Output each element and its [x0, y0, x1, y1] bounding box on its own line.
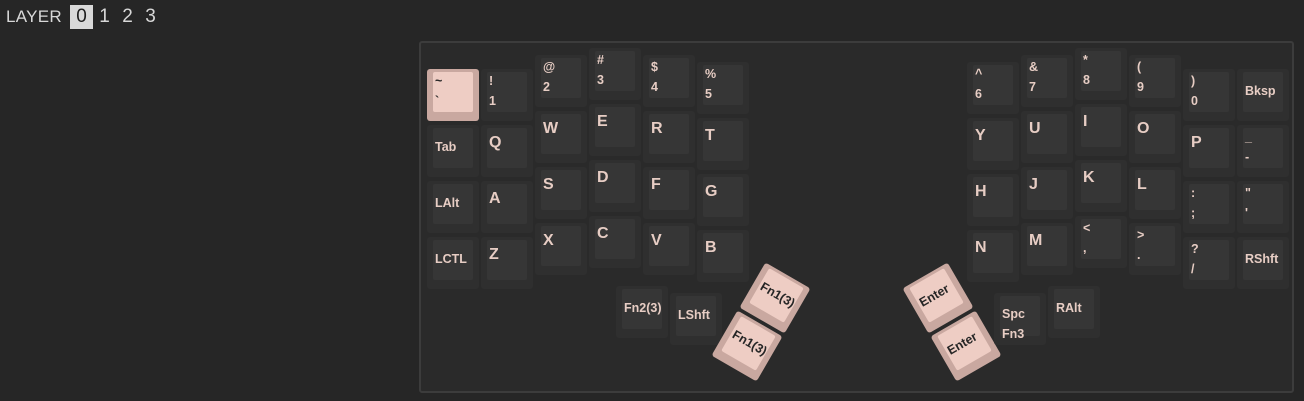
layer-label: LAYER: [6, 7, 62, 26]
key-tab[interactable]: Tab: [427, 125, 479, 177]
layer-tab-1[interactable]: 1: [93, 5, 116, 29]
key-h[interactable]: H: [967, 174, 1019, 226]
key-9[interactable]: ( 9: [1129, 55, 1181, 107]
key-f[interactable]: F: [643, 167, 695, 219]
key-semicolon[interactable]: : ;: [1183, 181, 1235, 233]
key-d[interactable]: D: [589, 160, 641, 212]
key-lshift[interactable]: LShft: [670, 293, 722, 345]
key-lalt[interactable]: LAlt: [427, 181, 479, 233]
key-k[interactable]: K: [1075, 160, 1127, 212]
layer-tab-2[interactable]: 2: [116, 5, 139, 29]
key-w[interactable]: W: [535, 111, 587, 163]
key-o[interactable]: O: [1129, 111, 1181, 163]
key-r[interactable]: R: [643, 111, 695, 163]
key-5[interactable]: % 5: [697, 62, 749, 114]
key-3[interactable]: # 3: [589, 48, 641, 100]
key-v[interactable]: V: [643, 223, 695, 275]
key-fn2[interactable]: Fn2(3): [616, 286, 668, 338]
key-b[interactable]: B: [697, 230, 749, 282]
key-m[interactable]: M: [1021, 223, 1073, 275]
key-ralt[interactable]: RAlt: [1048, 286, 1100, 338]
key-4[interactable]: $ 4: [643, 55, 695, 107]
key-rshift[interactable]: RShft: [1237, 237, 1289, 289]
key-t[interactable]: T: [697, 118, 749, 170]
key-p[interactable]: P: [1183, 125, 1235, 177]
key-lctl[interactable]: LCTL: [427, 237, 479, 289]
key-comma[interactable]: < ,: [1075, 216, 1127, 268]
key-backspace[interactable]: Bksp: [1237, 69, 1289, 121]
key-8[interactable]: * 8: [1075, 48, 1127, 100]
keyboard-layout: ~ ` ! 1 @ 2 # 3 $ 4 % 5 Tab Q W E R T LA…: [419, 41, 1294, 393]
key-u[interactable]: U: [1021, 111, 1073, 163]
key-l[interactable]: L: [1129, 167, 1181, 219]
key-quote[interactable]: " ': [1237, 181, 1289, 233]
layer-selector: LAYER 0 1 2 3: [6, 4, 162, 30]
key-x[interactable]: X: [535, 223, 587, 275]
key-7[interactable]: & 7: [1021, 55, 1073, 107]
key-space-fn3[interactable]: Spc Fn3: [994, 293, 1046, 345]
layer-tab-3[interactable]: 3: [139, 5, 162, 29]
key-e[interactable]: E: [589, 104, 641, 156]
key-slash[interactable]: ? /: [1183, 237, 1235, 289]
key-g[interactable]: G: [697, 174, 749, 226]
key-0[interactable]: ) 0: [1183, 69, 1235, 121]
key-1[interactable]: ! 1: [481, 69, 533, 121]
key-i[interactable]: I: [1075, 104, 1127, 156]
key-minus[interactable]: _ -: [1237, 125, 1289, 177]
key-y[interactable]: Y: [967, 118, 1019, 170]
key-6[interactable]: ^ 6: [967, 62, 1019, 114]
key-a[interactable]: A: [481, 181, 533, 233]
layer-tab-0[interactable]: 0: [70, 5, 93, 29]
key-z[interactable]: Z: [481, 237, 533, 289]
key-c[interactable]: C: [589, 216, 641, 268]
key-tilde[interactable]: ~ `: [427, 69, 479, 121]
key-q[interactable]: Q: [481, 125, 533, 177]
key-s[interactable]: S: [535, 167, 587, 219]
key-j[interactable]: J: [1021, 167, 1073, 219]
key-2[interactable]: @ 2: [535, 55, 587, 107]
key-period[interactable]: > .: [1129, 223, 1181, 275]
key-n[interactable]: N: [967, 230, 1019, 282]
